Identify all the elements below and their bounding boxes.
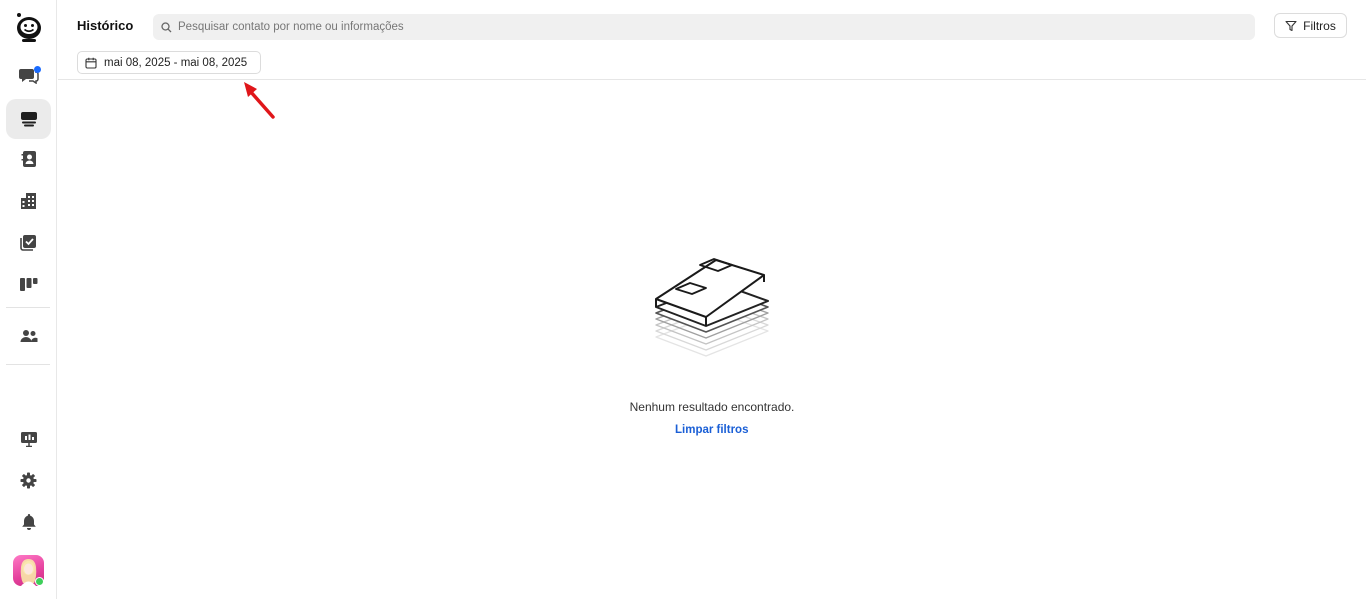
sidebar-item-conversations[interactable] — [6, 55, 51, 95]
gear-icon — [20, 472, 37, 488]
date-range-picker[interactable]: mai 08, 2025 - mai 08, 2025 — [77, 51, 261, 74]
kanban-icon — [20, 277, 38, 291]
clear-filters-link[interactable]: Limpar filtros — [675, 424, 748, 436]
sidebar — [0, 0, 57, 599]
sidebar-item-kanban[interactable] — [6, 264, 51, 304]
page-title: Histórico — [77, 18, 134, 33]
unread-badge — [34, 66, 41, 73]
sidebar-item-settings[interactable] — [6, 460, 51, 500]
online-status-indicator — [35, 577, 44, 586]
task-check-icon — [20, 234, 36, 251]
filters-button-label: Filtros — [1303, 18, 1336, 33]
search-icon — [161, 21, 172, 32]
contact-book-icon — [21, 151, 36, 167]
annotation-arrow-icon — [244, 82, 275, 119]
users-icon — [20, 330, 37, 342]
empty-documents-icon — [655, 258, 769, 357]
history-stack-icon — [20, 112, 37, 127]
sidebar-item-history[interactable] — [6, 99, 51, 139]
sidebar-item-tasks[interactable] — [6, 222, 51, 262]
bot-logo-icon[interactable] — [6, 8, 51, 48]
filters-button[interactable]: Filtros — [1274, 13, 1347, 38]
sidebar-item-contacts[interactable] — [6, 139, 51, 179]
sidebar-divider — [6, 364, 50, 365]
bell-icon — [21, 514, 36, 530]
date-range-label: mai 08, 2025 - mai 08, 2025 — [104, 56, 248, 69]
presentation-board-icon — [20, 432, 37, 447]
sidebar-item-notifications[interactable] — [6, 502, 51, 542]
filter-funnel-icon — [1285, 20, 1297, 31]
sidebar-item-presentation[interactable] — [6, 419, 51, 459]
sidebar-item-companies[interactable] — [6, 181, 51, 221]
calendar-icon — [85, 57, 97, 69]
search-bar[interactable] — [153, 14, 1255, 40]
sidebar-divider — [6, 307, 50, 308]
empty-state-message: Nenhum resultado encontrado. — [629, 400, 795, 414]
sidebar-item-team[interactable] — [6, 316, 51, 356]
building-icon — [20, 193, 36, 209]
search-input[interactable] — [178, 21, 1228, 33]
